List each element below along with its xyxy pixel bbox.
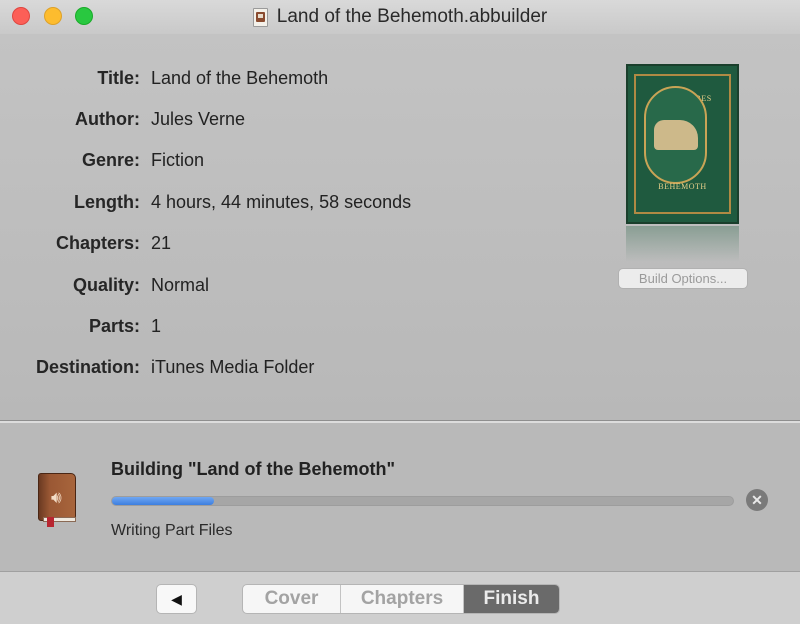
- build-heading: Building "Land of the Behemoth": [111, 459, 396, 479]
- step-chapters[interactable]: Chapters: [341, 585, 464, 613]
- info-label: Quality:: [72, 274, 140, 295]
- progress-bar-fill: [112, 497, 215, 505]
- back-arrow-icon: ◀: [171, 590, 182, 607]
- info-value: 4 hours, 44 minutes, 58 seconds: [151, 191, 412, 212]
- build-options-button[interactable]: Build Options...: [618, 268, 748, 289]
- close-icon: ✕: [751, 492, 763, 508]
- cancel-build-button[interactable]: ✕: [746, 489, 768, 511]
- info-row-genre: Genre: Fiction: [0, 147, 204, 173]
- document-icon: [252, 7, 268, 27]
- info-row-quality: Quality: Normal: [0, 272, 209, 298]
- progress-bar: [111, 496, 734, 506]
- info-value: 21: [151, 232, 172, 253]
- info-value: Land of the Behemoth: [151, 67, 329, 88]
- navigation-bar: ◀ Cover Chapters Finish: [0, 571, 800, 624]
- info-row-author: Author: Jules Verne: [0, 106, 245, 132]
- step-segmented-control: Cover Chapters Finish: [242, 584, 560, 614]
- app-window: Land of the Behemoth.abbuilder Title: La…: [0, 0, 800, 624]
- info-label: Chapters:: [55, 232, 140, 253]
- info-label: Author:: [75, 108, 140, 129]
- info-label: Genre:: [81, 149, 140, 170]
- info-label: Destination:: [35, 356, 140, 377]
- info-label: Length:: [74, 191, 140, 212]
- cover-reflection: [626, 226, 739, 262]
- build-status-text: Writing Part Files: [111, 522, 233, 539]
- cover-oval-illustration: [644, 86, 707, 184]
- step-cover[interactable]: Cover: [243, 585, 341, 613]
- book-info-panel: Title: Land of the Behemoth Author: Jule…: [0, 34, 800, 422]
- window-title: Land of the Behemoth.abbuilder: [276, 6, 548, 27]
- info-value: Jules Verne: [151, 108, 246, 129]
- back-button[interactable]: ◀: [156, 584, 197, 614]
- cover-text-bottom: BEHEMOTH: [658, 182, 707, 191]
- book-cover-image[interactable]: ADVENTURES LAND BEHEMOTH: [626, 64, 739, 224]
- info-label: Parts:: [88, 315, 140, 336]
- info-row-length: Length: 4 hours, 44 minutes, 58 seconds: [0, 189, 411, 215]
- info-row-chapters: Chapters: 21: [0, 230, 171, 256]
- step-finish[interactable]: Finish: [464, 585, 559, 613]
- title-bar: Land of the Behemoth.abbuilder: [0, 0, 800, 34]
- audiobook-icon: 🔊︎: [38, 473, 78, 527]
- info-value: iTunes Media Folder: [151, 356, 315, 377]
- info-row-title: Title: Land of the Behemoth: [0, 65, 328, 91]
- info-row-destination: Destination: iTunes Media Folder: [0, 354, 314, 380]
- cover-mountain-illustration: [654, 120, 698, 150]
- build-progress-panel: 🔊︎ Building "Land of the Behemoth" ✕ Wri…: [0, 423, 800, 571]
- speaker-icon: 🔊︎: [51, 488, 62, 507]
- info-value: Normal: [151, 274, 210, 295]
- info-row-parts: Parts: 1: [0, 313, 161, 339]
- info-label: Title:: [97, 67, 140, 88]
- info-value: Fiction: [151, 149, 205, 170]
- info-value: 1: [151, 315, 162, 336]
